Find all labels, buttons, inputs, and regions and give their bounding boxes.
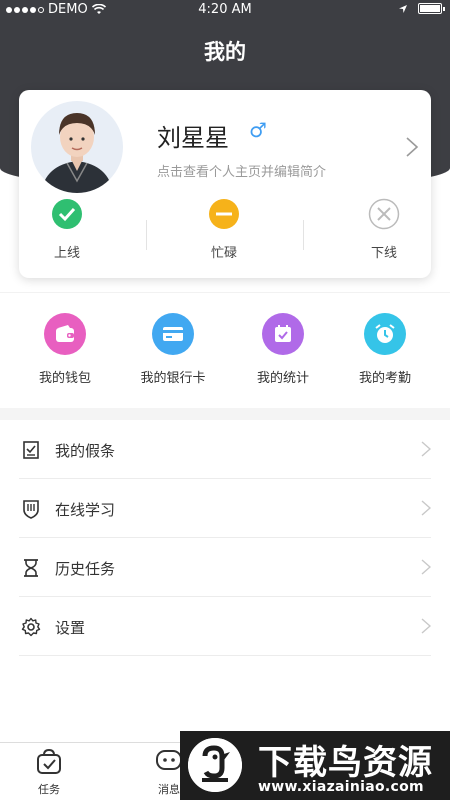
tab-tasks[interactable]: 任务 <box>14 748 84 797</box>
male-gender-icon: ♂ <box>249 118 267 142</box>
settings-list: 我的假条 在线学习 历史任务 设置 <box>0 420 450 656</box>
quick-menu-attendance[interactable]: 我的考勤 <box>330 313 440 386</box>
list-item-label: 设置 <box>55 619 86 637</box>
bird-logo-icon <box>188 738 242 792</box>
chevron-right-icon <box>421 559 431 575</box>
presence-offline-label: 下线 <box>370 246 397 261</box>
gender-symbol: ♂ <box>249 118 267 142</box>
status-bar: DEMO 4:20 AM <box>0 0 450 20</box>
watermark-url: www.xiazainiao.com <box>258 779 424 795</box>
message-icon <box>156 750 182 770</box>
chevron-right-icon <box>421 618 431 634</box>
watermark-banner: 下载鸟资源 www.xiazainiao.com <box>180 731 450 800</box>
presence-row: 上线 忙碌 下线 <box>19 198 431 268</box>
chevron-right-icon[interactable] <box>405 136 419 158</box>
presence-online-label: 上线 <box>53 246 80 261</box>
presence-offline[interactable]: 下线 <box>334 198 434 261</box>
status-time: 4:20 AM <box>198 2 252 17</box>
quick-menu-stats[interactable]: 我的统计 <box>228 313 338 386</box>
quick-menu: 我的钱包 我的银行卡 我的统计 我的考勤 <box>0 292 450 408</box>
gear-icon <box>21 617 41 637</box>
status-right <box>398 3 445 14</box>
quick-menu-bank-card[interactable]: 我的银行卡 <box>118 313 228 386</box>
quick-menu-label: 我的考勤 <box>358 371 411 386</box>
chevron-right-icon <box>421 441 431 457</box>
check-circle-icon <box>52 199 82 229</box>
list-item-label: 历史任务 <box>55 560 116 578</box>
task-bag-icon <box>37 748 61 774</box>
presence-busy-label: 忙碌 <box>210 246 237 261</box>
hourglass-icon <box>24 559 38 577</box>
calendar-stats-icon <box>262 313 304 355</box>
bank-card-icon <box>152 313 194 355</box>
presence-online[interactable]: 上线 <box>17 198 117 261</box>
list-item-label: 我的假条 <box>55 442 116 460</box>
wallet-icon <box>44 313 86 355</box>
profile-card[interactable]: 刘星星 ♂ 点击查看个人主页并编辑简介 上线 忙碌 下线 <box>19 90 431 278</box>
list-item-learning[interactable]: 在线学习 <box>19 479 431 538</box>
quick-menu-label: 我的钱包 <box>38 371 91 386</box>
list-item-settings[interactable]: 设置 <box>19 597 431 656</box>
profile-hint: 点击查看个人主页并编辑简介 <box>157 165 327 180</box>
divider <box>146 220 147 250</box>
quick-menu-label: 我的统计 <box>256 371 309 386</box>
quick-menu-wallet[interactable]: 我的钱包 <box>10 313 120 386</box>
battery-icon <box>418 3 445 14</box>
close-circle-icon <box>368 198 400 230</box>
leave-note-icon <box>23 441 39 459</box>
user-avatar[interactable] <box>31 101 123 193</box>
section-divider <box>0 408 450 420</box>
page-title: 我的 <box>204 40 246 64</box>
list-item-leave[interactable]: 我的假条 <box>19 420 431 479</box>
tab-tasks-label: 任务 <box>38 783 60 796</box>
minus-circle-icon <box>209 199 239 229</box>
location-arrow-icon <box>399 4 407 13</box>
presence-busy[interactable]: 忙碌 <box>174 198 274 261</box>
user-name: 刘星星 <box>157 124 229 152</box>
quick-menu-label: 我的银行卡 <box>140 371 206 386</box>
list-item-history[interactable]: 历史任务 <box>19 538 431 597</box>
divider <box>303 220 304 250</box>
list-item-label: 在线学习 <box>55 501 116 519</box>
shield-book-icon <box>23 500 39 519</box>
watermark-title: 下载鸟资源 <box>258 743 433 783</box>
alarm-clock-icon <box>364 313 406 355</box>
chevron-right-icon <box>421 500 431 516</box>
